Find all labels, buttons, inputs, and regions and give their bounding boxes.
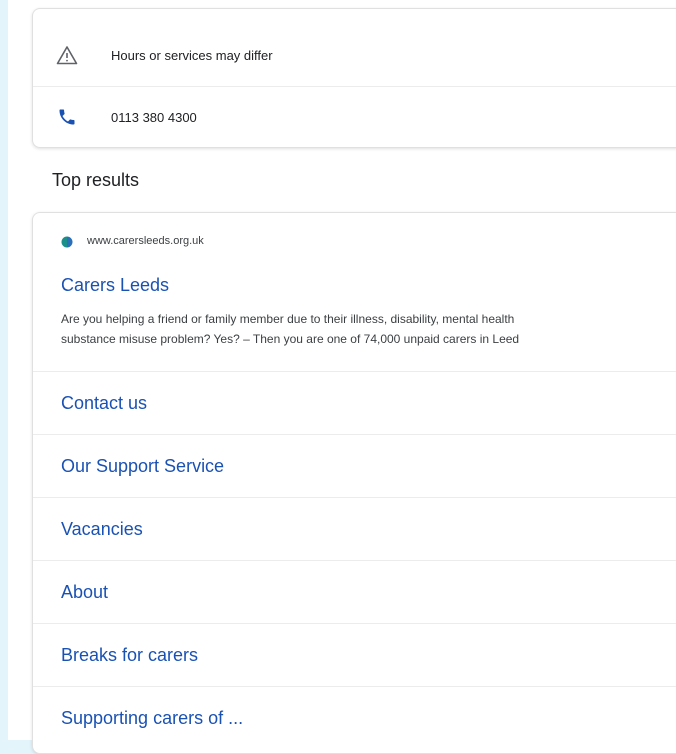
top-results-heading: Top results xyxy=(52,170,140,190)
hours-notice-text: Hours or services may differ xyxy=(111,47,273,63)
result-title-link[interactable]: Carers Leeds xyxy=(61,275,169,296)
phone-row[interactable]: 0113 380 4300 xyxy=(33,86,676,147)
snippet-line-2: substance misuse problem? Yes? – Then yo… xyxy=(61,332,520,346)
sitelink-contact-us[interactable]: Contact us xyxy=(33,371,676,434)
site-row[interactable]: www.carersleeds.org.uk xyxy=(61,235,204,248)
sitelink-vacancies[interactable]: Vacancies xyxy=(33,497,676,560)
result-card: www.carersleeds.org.uk Carers Leeds Are … xyxy=(32,212,676,754)
site-url: www.carersleeds.org.uk xyxy=(87,235,204,247)
sitelink-our-support-service[interactable]: Our Support Service xyxy=(33,434,676,497)
result-snippet: Are you helping a friend or family membe… xyxy=(61,309,676,349)
phone-number[interactable]: 0113 380 4300 xyxy=(111,110,197,125)
warning-icon xyxy=(53,41,81,69)
search-results-page: Hours or services may differ 0113 380 43… xyxy=(8,0,676,754)
sitelink-about[interactable]: About xyxy=(33,560,676,623)
snippet-line-1: Are you helping a friend or family membe… xyxy=(61,312,515,326)
hours-notice-row: Hours or services may differ xyxy=(33,23,676,87)
business-info-card: Hours or services may differ 0113 380 43… xyxy=(32,8,676,148)
sitelinks-list: Contact us Our Support Service Vacancies… xyxy=(33,371,676,749)
sitelink-breaks-for-carers[interactable]: Breaks for carers xyxy=(33,623,676,686)
site-favicon-icon xyxy=(61,235,73,248)
phone-icon xyxy=(53,103,81,131)
